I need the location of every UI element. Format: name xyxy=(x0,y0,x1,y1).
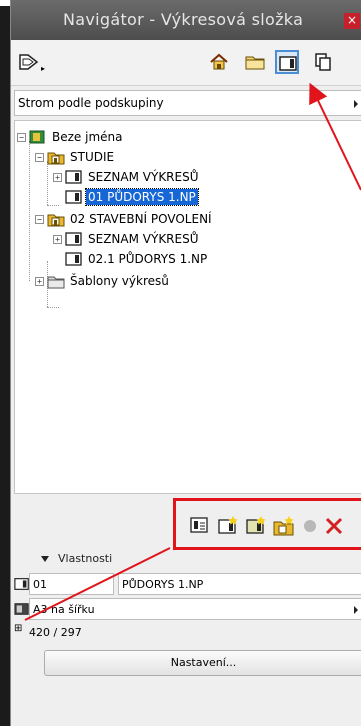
tree-item-layout-selected[interactable]: 01 PŮDORYS 1.NP xyxy=(65,187,199,207)
size-row: ⊞ 420 / 297 xyxy=(14,622,361,642)
expand-icon[interactable]: + xyxy=(53,172,62,182)
layout-sheet-icon xyxy=(14,576,30,592)
settings-button[interactable]: Nastavení... xyxy=(44,650,361,676)
view-map-folder-icon[interactable] xyxy=(243,50,267,74)
tree-item-label: SEZNAM VÝKRESŮ xyxy=(88,232,199,246)
project-book-icon xyxy=(29,129,47,145)
tree-item-label: 01 PŮDORYS 1.NP xyxy=(85,188,199,206)
project-map-house-icon[interactable] xyxy=(207,50,231,74)
size-value: 420 / 297 xyxy=(29,626,82,639)
layout-settings-icon[interactable] xyxy=(189,515,211,537)
close-button[interactable]: × xyxy=(344,13,360,29)
frame-left-edge xyxy=(0,0,10,726)
dropdown-arrow-icon[interactable] xyxy=(354,100,358,108)
delete-x-icon[interactable] xyxy=(323,515,345,537)
layout-id-row: 01 PŮDORYS 1.NP xyxy=(14,573,361,595)
tree-item-label: Šablony výkresů xyxy=(70,274,169,288)
layout-sheet-icon xyxy=(65,189,83,205)
collapse-icon[interactable]: − xyxy=(17,132,26,142)
new-layout-icon[interactable] xyxy=(217,515,239,537)
tree-item-subset[interactable]: − STUDIE xyxy=(35,147,116,167)
tree-item-masters[interactable]: + Šablony výkresů xyxy=(35,271,171,291)
properties-title: Vlastnosti xyxy=(58,552,113,565)
layout-sheet-icon xyxy=(65,169,83,185)
window-title: Navigátor - Výkresová složka xyxy=(63,10,304,29)
master-layout-row: A3 na šířku xyxy=(14,598,361,620)
view-selector-dropdown[interactable]: Strom podle podskupiny xyxy=(14,90,361,116)
collapse-icon[interactable]: − xyxy=(35,152,44,162)
tree-connector xyxy=(29,141,30,281)
size-icon: ⊞ xyxy=(14,623,23,634)
tree-item-label: 02 STAVEBNÍ POVOLENÍ xyxy=(70,212,212,226)
layout-book-icon[interactable] xyxy=(275,50,299,74)
bottom-toolbar-highlight xyxy=(173,498,361,550)
tree-connector xyxy=(47,307,59,308)
master-layout-icon xyxy=(14,601,30,617)
tree-item-layout[interactable]: + SEZNAM VÝKRESŮ xyxy=(53,229,201,249)
tree-item-root[interactable]: − Beze jména xyxy=(17,127,124,147)
title-bar[interactable]: Navigátor - Výkresová složka × xyxy=(11,0,361,40)
record-dot-icon[interactable] xyxy=(299,515,321,537)
tree-item-layout[interactable]: 02.1 PŮDORYS 1.NP xyxy=(65,249,209,269)
layout-sheet-icon xyxy=(65,251,83,267)
properties-header[interactable]: Vlastnosti xyxy=(11,548,361,570)
publish-arrow-icon[interactable] xyxy=(17,50,41,74)
expand-icon[interactable]: + xyxy=(35,276,44,286)
tree-item-label: STUDIE xyxy=(70,150,115,164)
tree-item-subset[interactable]: − 02 STAVEBNÍ POVOLENÍ xyxy=(35,209,214,229)
tree-item-label: Beze jména xyxy=(52,130,123,144)
collapse-triangle-icon[interactable] xyxy=(41,556,49,562)
master-folder-icon xyxy=(47,273,65,289)
expand-icon[interactable]: + xyxy=(53,234,62,244)
subset-folder-icon xyxy=(47,149,65,165)
tree-item-label: SEZNAM VÝKRESŮ xyxy=(88,170,199,184)
chevron-down-icon[interactable]: ▸ xyxy=(41,64,45,73)
master-layout-dropdown[interactable]: A3 na šířku xyxy=(29,598,361,620)
new-subset-icon[interactable] xyxy=(273,515,295,537)
navigator-palette: Navigátor - Výkresová složka × ▸ Strom p… xyxy=(10,0,361,726)
tree-item-layout[interactable]: + SEZNAM VÝKRESŮ xyxy=(53,167,201,187)
publisher-sets-icon[interactable] xyxy=(311,50,335,74)
top-toolbar: ▸ xyxy=(11,40,361,86)
tree-connector xyxy=(47,205,59,206)
new-master-layout-icon[interactable] xyxy=(245,515,267,537)
layout-id-field[interactable]: 01 xyxy=(29,573,114,595)
layout-name-field[interactable]: PŮDORYS 1.NP xyxy=(118,573,361,595)
tree-item-label: 02.1 PŮDORYS 1.NP xyxy=(88,252,208,266)
layout-tree: − Beze jména − STUDIE + SEZNAM VÝKRESŮ 0… xyxy=(14,120,361,494)
layout-sheet-icon xyxy=(65,231,83,247)
dropdown-arrow-icon[interactable] xyxy=(354,606,358,614)
tree-connector xyxy=(47,161,48,205)
master-layout-value: A3 na šířku xyxy=(33,603,95,616)
collapse-icon[interactable]: − xyxy=(35,214,44,224)
subset-folder-icon xyxy=(47,211,65,227)
view-selector-value: Strom podle podskupiny xyxy=(18,96,164,110)
